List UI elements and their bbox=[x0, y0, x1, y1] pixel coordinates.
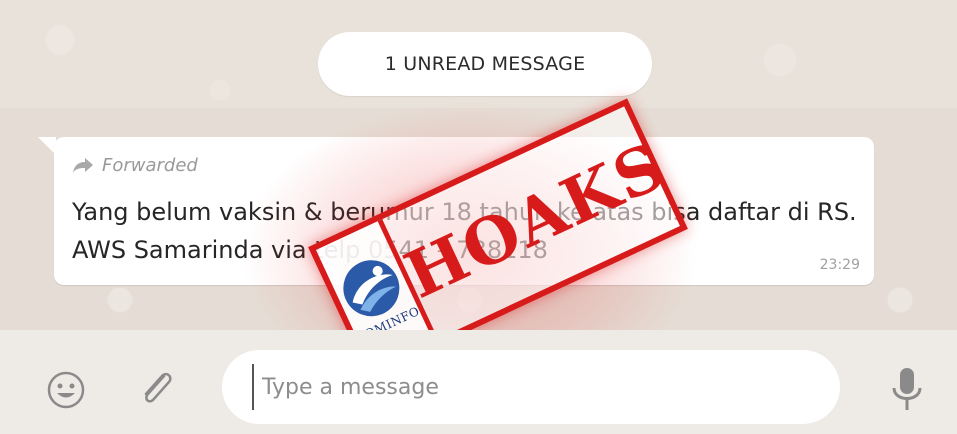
microphone-icon[interactable] bbox=[890, 366, 924, 414]
emoji-icon[interactable] bbox=[46, 370, 86, 410]
forward-arrow-icon bbox=[73, 158, 93, 173]
message-timestamp: 23:29 bbox=[819, 257, 860, 273]
unread-label: 1 UNREAD MESSAGE bbox=[384, 53, 586, 75]
paperclip-icon[interactable] bbox=[136, 366, 176, 410]
message-input-container bbox=[222, 350, 840, 424]
forwarded-label: Forwarded bbox=[102, 154, 198, 176]
unread-messages-indicator: 1 UNREAD MESSAGE bbox=[318, 32, 652, 96]
message-input[interactable] bbox=[252, 364, 824, 410]
forwarded-indicator: Forwarded bbox=[72, 151, 198, 179]
